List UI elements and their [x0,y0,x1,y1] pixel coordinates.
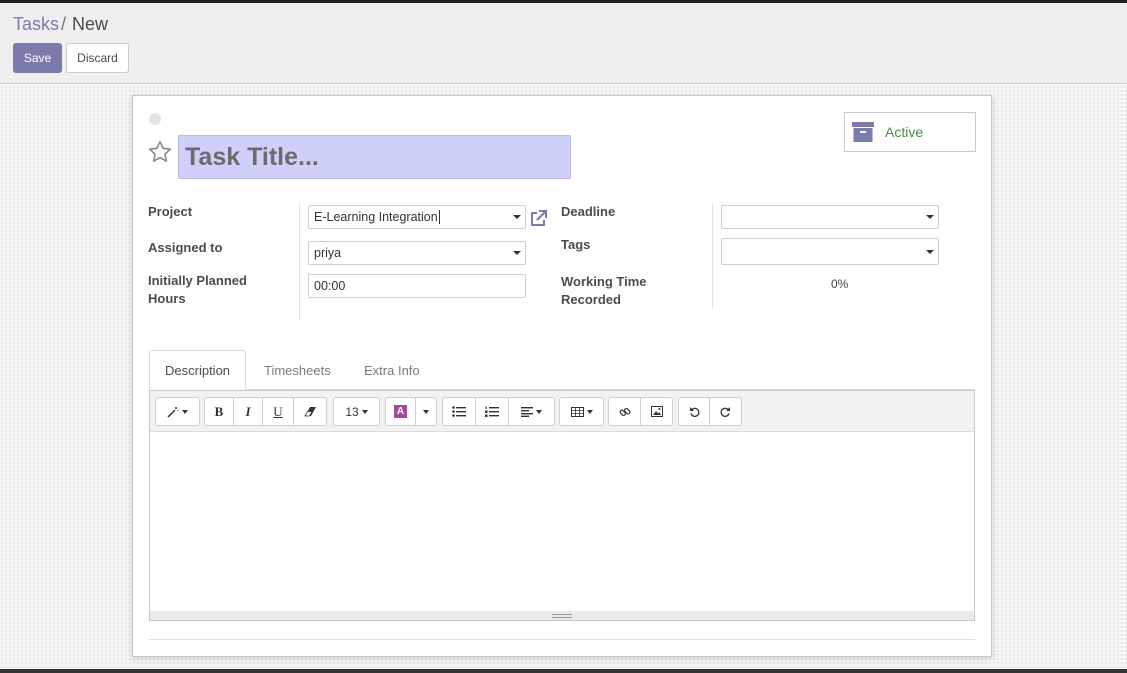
column-divider-right [712,203,713,309]
table-icon [570,406,584,417]
description-editor: B I U 13 A [149,390,975,621]
tags-field[interactable] [721,238,939,265]
form-sheet: Active Project Assigned to Initially Pla… [132,95,992,657]
description-edit-area[interactable] [150,432,974,612]
chevron-down-icon[interactable] [513,251,521,255]
ordered-list-icon [485,406,499,417]
breadcrumb-current: New [72,14,109,34]
deadline-field[interactable] [721,205,939,229]
redo-button[interactable] [710,398,741,425]
project-value: E-Learning Integration [314,210,438,224]
chevron-down-icon[interactable] [926,215,934,219]
magic-wand-icon [167,406,179,418]
unordered-list-icon [452,406,466,417]
archive-icon [852,122,874,142]
external-link-icon[interactable] [528,209,548,229]
working-time-value: 0% [831,277,849,291]
editor-resize-handle[interactable] [150,611,974,620]
redo-icon [720,407,730,417]
chevron-down-icon [361,409,368,414]
font-color-button[interactable]: A [386,398,416,425]
star-icon[interactable] [147,139,173,165]
project-field[interactable]: E-Learning Integration [308,205,526,229]
planned-hours-label-line1: Initially Planned [148,273,247,288]
link-button[interactable] [609,398,641,425]
insert-group [608,397,673,426]
planned-hours-field[interactable]: 00:00 [308,274,526,298]
color-dropdown-button[interactable] [416,398,436,425]
chevron-down-icon [586,409,593,414]
font-style-group: B I U [204,397,327,426]
planned-hours-value: 00:00 [314,279,346,293]
breadcrumb: Tasks / New [13,14,108,35]
planned-hours-label: Initially Planned Hours [148,272,247,308]
save-button[interactable]: Save [13,43,62,73]
tab-description[interactable]: Description [149,350,247,390]
text-cursor [438,210,440,224]
eraser-icon [303,407,316,417]
image-icon [650,406,663,417]
chevron-down-icon[interactable] [513,215,521,219]
planned-hours-label-line2: Hours [148,291,186,306]
toggle-active-button[interactable]: Active [844,112,976,152]
tab-extra-info[interactable]: Extra Info [349,350,435,390]
color-group: A [385,397,437,426]
bold-button[interactable]: B [205,398,234,425]
active-label: Active [885,124,924,140]
align-icon [521,406,533,417]
working-time-label: Working Time Recorded [561,273,646,309]
table-group [559,397,604,426]
image-button[interactable] [641,398,672,425]
font-color-swatch: A [394,405,407,418]
history-group [678,397,742,426]
resize-grip-icon [552,613,572,618]
style-group [155,397,200,426]
undo-button[interactable] [679,398,710,425]
chevron-down-icon [536,409,542,414]
style-dropdown-button[interactable] [156,398,199,425]
font-size-group: 13 [333,397,380,426]
link-icon [619,407,630,416]
editor-toolbar: B I U 13 A [150,391,974,432]
undo-icon [689,407,699,417]
chevron-down-icon [423,409,429,414]
unordered-list-button[interactable] [443,398,476,425]
table-dropdown-button[interactable] [560,398,603,425]
chatter-separator [149,639,975,640]
font-size-dropdown[interactable]: 13 [334,398,379,425]
breadcrumb-separator: / [61,14,67,34]
tab-timesheets[interactable]: Timesheets [249,350,346,390]
align-dropdown-button[interactable] [509,398,554,425]
kanban-state-icon[interactable] [149,113,161,125]
chevron-down-icon [182,409,188,414]
task-title-input[interactable] [178,135,571,179]
paragraph-group [442,397,555,426]
discard-button[interactable]: Discard [66,43,129,73]
deadline-label: Deadline [561,204,616,219]
working-time-label-line2: Recorded [561,292,621,307]
working-time-label-line1: Working Time [561,274,647,289]
project-label: Project [148,204,193,219]
italic-button[interactable]: I [234,398,263,425]
chevron-down-icon[interactable] [926,250,934,254]
column-divider-left [299,203,300,321]
window-bottom-border [0,669,1127,673]
clear-format-button[interactable] [294,398,326,425]
tags-label: Tags [561,237,591,252]
assigned-to-label: Assigned to [148,240,223,255]
assigned-to-field[interactable]: priya [308,241,526,265]
control-panel: Tasks / New Save Discard [0,3,1127,84]
assigned-to-value: priya [314,246,342,260]
ordered-list-button[interactable] [476,398,509,425]
breadcrumb-tasks-link[interactable]: Tasks [13,14,59,34]
font-size-value: 13 [345,404,359,419]
underline-button[interactable]: U [263,398,294,425]
